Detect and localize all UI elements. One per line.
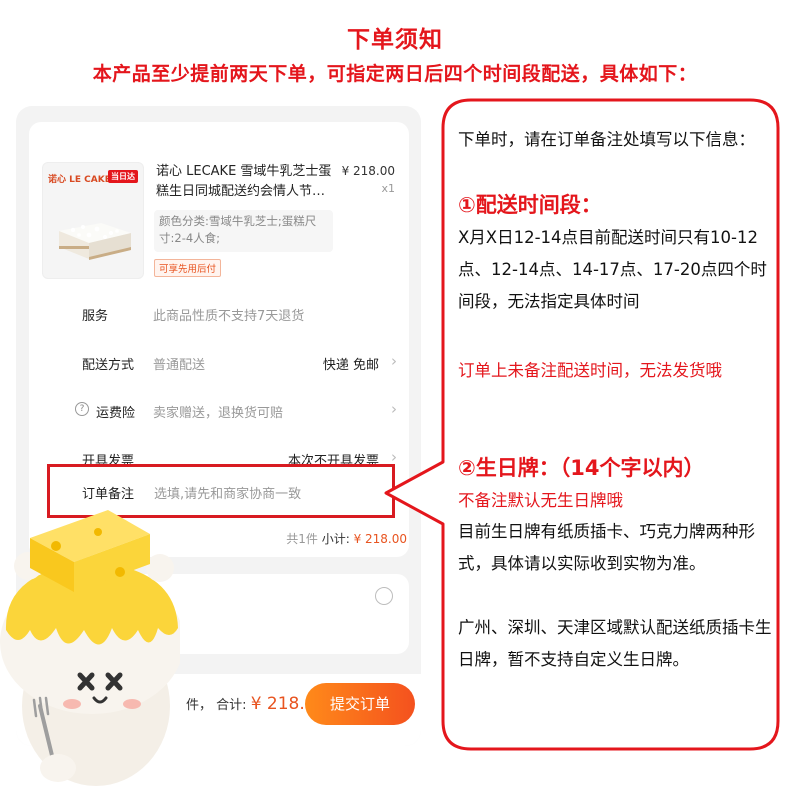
section2-warning: 不备注默认无生日牌哦 [458,491,623,510]
section1-warning: 订单上未备注配送时间，无法发货哦 [458,361,722,380]
info-intro: 下单时，请在订单备注处填写以下信息： [458,130,755,149]
section1-heading: ①配送时间段： [458,189,772,223]
section2-body2: 广州、深圳、天津区域默认配送纸质插卡生日牌，暂不支持自定义生日牌。 [458,618,772,669]
section1-body: X月X日12-14点目前配送时间只有10-12点、12-14点、14-17点、1… [458,228,767,311]
section1-heading-text: ①配送时间段： [458,193,602,217]
section2-heading: ②生日牌：（14个字以内） [458,452,772,486]
section2-body1: 目前生日牌有纸质插卡、巧克力牌两种形式，具体请以实际收到实物为准。 [458,522,755,573]
section2-heading-text: ②生日牌：（14个字以内） [458,456,705,480]
bear-mascot-illustration [0,510,180,786]
